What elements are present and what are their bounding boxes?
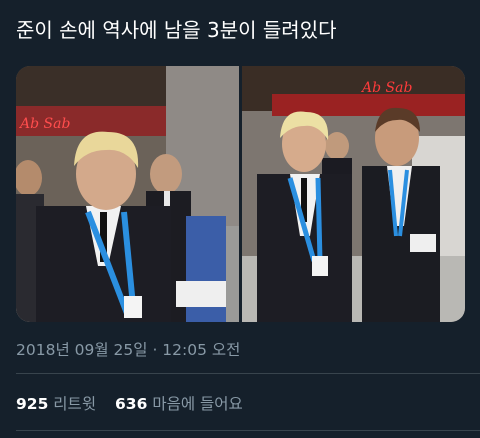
tweet-timestamp[interactable]: 2018년 09월 25일 · 12:05 오전 (16, 338, 240, 360)
divider-bottom (16, 430, 480, 431)
retweets-count: 925 (16, 395, 49, 413)
tweet-stats: 925 리트윗 636 마음에 들어요 (16, 392, 257, 414)
photo-right[interactable]: Ab Sab (242, 66, 465, 322)
likes-stat[interactable]: 636 마음에 들어요 (115, 395, 243, 413)
photo-right-sign: Ab Sab (360, 80, 412, 96)
divider-top (16, 373, 480, 374)
photo-left-sign: Ab Sab (18, 116, 70, 132)
retweets-stat[interactable]: 925 리트윗 (16, 395, 96, 413)
likes-label: 마음에 들어요 (152, 395, 243, 413)
likes-count: 636 (115, 395, 148, 413)
media-gallery[interactable]: Ab Sab Ab Sab (16, 66, 465, 322)
photo-right-image: Ab Sab (242, 66, 465, 322)
photo-left[interactable]: Ab Sab (16, 66, 239, 322)
photo-left-image: Ab Sab (16, 66, 239, 322)
tweet-text: 준이 손에 역사에 남을 3분이 들려있다 (16, 18, 337, 42)
retweets-label: 리트윗 (53, 395, 97, 413)
